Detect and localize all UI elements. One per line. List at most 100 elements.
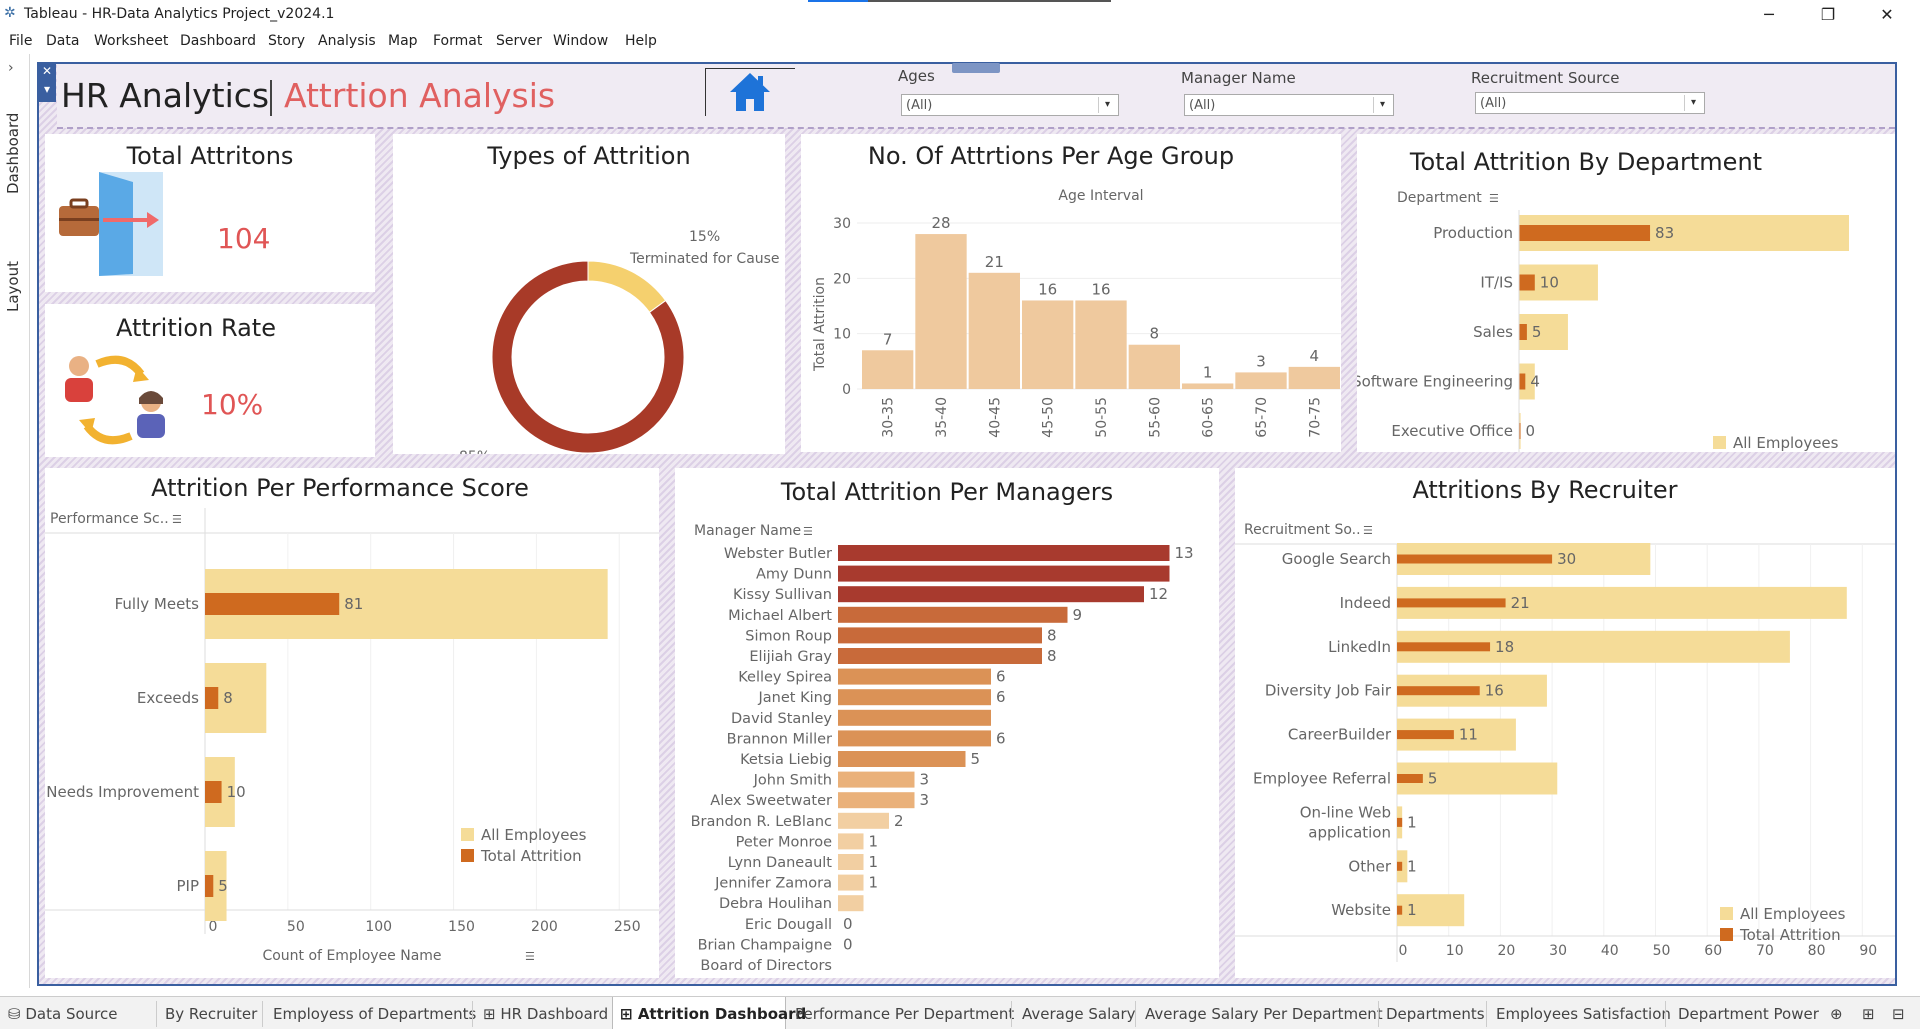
tab-employees-satisfaction[interactable]: Employees Satisfaction — [1496, 1005, 1671, 1023]
tab-separator — [1486, 1001, 1487, 1027]
tab-data-source-label: Data Source — [25, 1005, 118, 1023]
total-attrition-bar — [1397, 774, 1423, 783]
age-bar — [1182, 383, 1234, 389]
tab-layout-pane[interactable]: Layout — [4, 261, 22, 312]
menu-map[interactable]: Map — [388, 33, 418, 49]
manager-data-label: 1 — [869, 874, 879, 892]
menu-analysis[interactable]: Analysis — [318, 33, 376, 49]
tab-department-power[interactable]: Department Power — [1678, 1005, 1819, 1023]
tab-separator — [1378, 1001, 1379, 1027]
dashboard-object-controls[interactable]: ✕ ▾ — [38, 62, 56, 102]
new-story-icon[interactable]: ⊟ — [1892, 1005, 1905, 1023]
tab-hr-dashboard[interactable]: ⊞ HR Dashboard — [483, 1005, 608, 1023]
filter-recruitment-dropdown[interactable]: (All) ▾ — [1475, 92, 1705, 114]
menu-help[interactable]: Help — [625, 33, 657, 49]
recruiter-bar-chart: Recruitment So.. ☰ 0 10 20 30 40 50 60 70 80 90 30 Go… — [1235, 522, 1895, 962]
menu-story[interactable]: Story — [268, 33, 305, 49]
tab-attrition-dashboard[interactable]: ⊞ Attrition Dashboard — [620, 1005, 806, 1023]
legend-swatch-all — [1713, 436, 1726, 449]
total-attrition-bar — [1519, 324, 1527, 340]
menu-dashboard[interactable]: Dashboard — [180, 33, 256, 49]
age-bar — [915, 234, 967, 389]
manager-data-label: 3 — [920, 771, 930, 789]
menu-data[interactable]: Data — [46, 33, 79, 49]
age-data-label: 8 — [1150, 325, 1160, 343]
manager-bar — [838, 627, 1042, 644]
filter-ages-dropdown[interactable]: (All) ▾ — [901, 94, 1119, 116]
minimize-icon[interactable]: ─ — [1746, 2, 1792, 28]
managers-panel: Total Attrition Per Managers Manager Nam… — [675, 468, 1219, 978]
attrition-data-label: 0 — [1526, 422, 1536, 440]
tab-separator — [472, 1001, 473, 1027]
donut-title: Types of Attrition — [487, 142, 691, 170]
manager-bar — [838, 648, 1042, 664]
filter-manager-dropdown[interactable]: (All) ▾ — [1184, 94, 1394, 116]
manager-data-label: 9 — [1073, 606, 1083, 624]
tab-by-recruiter[interactable]: By Recruiter — [165, 1005, 257, 1023]
tab-performance-per-department[interactable]: Performance Per Department — [795, 1005, 1014, 1023]
tab-dashboard-pane[interactable]: Dashboard — [4, 113, 22, 194]
x-tick-label: 45-50 — [1041, 397, 1057, 438]
category-label: Sales — [1473, 323, 1513, 341]
manager-data-label: 5 — [971, 750, 981, 768]
tab-separator — [262, 1001, 263, 1027]
manager-data-label: 12 — [1149, 585, 1168, 603]
manager-label: Board of Directors — [700, 958, 832, 974]
attrition-data-label: 5 — [1428, 770, 1438, 788]
total-attrition-bar — [1397, 554, 1553, 564]
manager-data-label: 8 — [1047, 626, 1057, 644]
manager-label: Webster Butler — [724, 546, 832, 562]
manager-bar — [838, 812, 889, 829]
menu-format[interactable]: Format — [433, 33, 482, 49]
kpi-total-value: 104 — [217, 222, 271, 255]
menu-file[interactable]: File — [9, 33, 32, 49]
kpi-total-title: Total Attritons — [126, 142, 294, 170]
attrition-data-label: 1 — [1407, 901, 1417, 919]
manager-bar — [838, 874, 864, 891]
manager-label: Jennifer Zamora — [714, 876, 832, 892]
tab-average-salary[interactable]: Average Salary — [1022, 1005, 1135, 1023]
manager-label: Simon Roup — [745, 628, 832, 644]
tab-data-source[interactable]: ⛁ Data Source — [8, 1005, 117, 1023]
total-attrition-bar — [205, 781, 222, 803]
home-icon[interactable] — [728, 70, 772, 114]
tab-separator — [1665, 1001, 1666, 1027]
manager-bar — [838, 586, 1144, 603]
filter-manager-label: Manager Name — [1181, 69, 1296, 87]
new-worksheet-icon[interactable]: ⊕ — [1830, 1005, 1843, 1023]
menu-server[interactable]: Server — [496, 33, 542, 49]
manager-data-label: 13 — [1175, 544, 1194, 562]
close-window-icon[interactable]: ✕ — [1864, 2, 1910, 28]
age-bar — [1288, 366, 1340, 389]
manager-label: Brandon R. LeBlanc — [691, 814, 832, 830]
department-bar-chart: 83 Production 10 IT/IS 5 Sales 4 Software Engin… — [1357, 190, 1849, 452]
tableau-window: ✲ Tableau - HR-Data Analytics Project_v2… — [0, 0, 1920, 1029]
database-icon: ⛁ — [8, 1005, 21, 1023]
mgr-axis-header: Manager Name — [694, 523, 801, 539]
menu-worksheet[interactable]: Worksheet — [94, 33, 168, 49]
age-data-label: 16 — [1038, 280, 1057, 298]
left-rail: › Dashboard Layout — [0, 54, 30, 988]
x-tick-label: 40-45 — [987, 397, 1003, 438]
total-attrition-bar — [1519, 274, 1535, 291]
x-tick-label: 90 — [1859, 943, 1877, 959]
layout-grip-handle[interactable] — [952, 63, 1000, 73]
kpi-rate-value: 10% — [201, 388, 264, 421]
attrition-data-label: 81 — [344, 595, 363, 613]
restore-icon[interactable]: ❐ — [1805, 2, 1851, 28]
manager-bar — [838, 689, 991, 706]
tab-employess-of-departments[interactable]: Employess of Departments — [273, 1005, 476, 1023]
tab-departments[interactable]: Departments — [1386, 1005, 1485, 1023]
new-dashboard-icon[interactable]: ⊞ — [1862, 1005, 1875, 1023]
expand-chevron-icon[interactable]: › — [8, 60, 14, 76]
age-axis-title: Age Interval — [1058, 188, 1143, 204]
menu-window[interactable]: Window — [553, 33, 608, 49]
category-label: On-line Web — [1300, 803, 1391, 821]
kpi-rate-title: Attrition Rate — [116, 314, 276, 342]
tab-average-salary-per-department[interactable]: Average Salary Per Department — [1145, 1005, 1383, 1023]
donut-value-label: 85% — [459, 449, 490, 454]
types-of-attrition-panel: Types of Attrition 15% Terminated for Cau… — [393, 134, 785, 454]
x-tick-label: 60 — [1704, 943, 1722, 959]
category-label: Exceeds — [137, 689, 199, 707]
attrition-data-label: 5 — [218, 877, 228, 895]
